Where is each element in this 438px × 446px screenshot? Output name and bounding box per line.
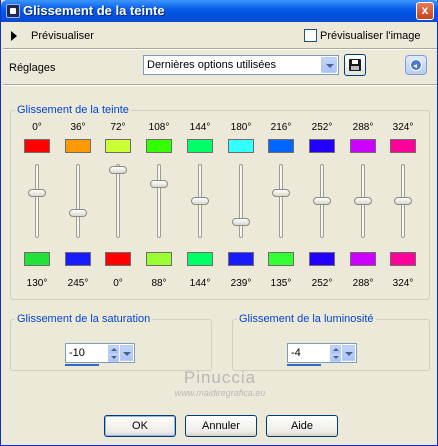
- source-hue-label: 216°: [270, 122, 292, 133]
- target-hue-label: 239°: [230, 278, 252, 289]
- target-hue-label: 245°: [67, 278, 89, 289]
- source-color-swatch: [146, 139, 172, 153]
- ok-button[interactable]: OK: [104, 415, 176, 437]
- chevron-down-icon[interactable]: [120, 345, 133, 361]
- source-hue-label: 288°: [352, 122, 374, 133]
- target-hue-label: 135°: [270, 278, 292, 289]
- hue-slider-thumb[interactable]: [28, 189, 46, 197]
- source-color-swatch: [228, 139, 254, 153]
- chevron-down-icon[interactable]: [321, 57, 337, 73]
- preview-label[interactable]: Prévisualiser: [31, 30, 94, 42]
- source-color-swatch: [309, 139, 335, 153]
- target-color-swatch: [350, 252, 376, 266]
- source-hue-label: 252°: [311, 122, 333, 133]
- target-hue-label: 324°: [392, 278, 414, 289]
- spin-down-icon[interactable]: [330, 353, 341, 362]
- target-color-swatch: [390, 252, 416, 266]
- help-button[interactable]: Aide: [266, 415, 338, 437]
- close-button[interactable]: x: [416, 2, 434, 20]
- source-hue-label: 0°: [32, 122, 42, 133]
- source-color-swatch: [268, 139, 294, 153]
- hue-shift-title: Glissement de la teinte: [15, 104, 131, 116]
- hue-slider-thumb[interactable]: [394, 197, 412, 205]
- source-color-swatch: [187, 139, 213, 153]
- hue-slider-thumb[interactable]: [232, 218, 250, 226]
- target-color-swatch: [146, 252, 172, 266]
- window-title: Glissement de la teinte: [23, 3, 165, 18]
- watermark-site: www.maidiregrafica.eu: [174, 388, 266, 398]
- target-hue-label: 288°: [352, 278, 374, 289]
- preview-image-label[interactable]: Prévisualiser l'image: [320, 30, 421, 42]
- reset-button[interactable]: [405, 55, 427, 75]
- hue-slider-track[interactable]: [35, 164, 39, 238]
- luminosity-input[interactable]: -4: [287, 343, 357, 363]
- preview-toggle-icon[interactable]: [11, 31, 17, 41]
- hue-slider-track[interactable]: [157, 164, 161, 238]
- app-icon: [6, 4, 20, 18]
- saturation-input[interactable]: -10: [65, 343, 135, 363]
- target-hue-label: 252°: [311, 278, 333, 289]
- saturation-value: -10: [69, 347, 85, 359]
- separator: [3, 48, 437, 50]
- presets-label: Réglages: [9, 62, 56, 74]
- source-color-swatch: [350, 139, 376, 153]
- preview-image-checkbox[interactable]: [304, 29, 317, 42]
- hue-slider-thumb[interactable]: [272, 189, 290, 197]
- source-color-swatch: [65, 139, 91, 153]
- target-color-swatch: [24, 252, 50, 266]
- cancel-button[interactable]: Annuler: [185, 415, 257, 437]
- source-color-swatch: [390, 139, 416, 153]
- target-color-swatch: [228, 252, 254, 266]
- reset-arrow-icon: [410, 59, 422, 71]
- floppy-disk-icon: [349, 59, 361, 71]
- source-color-swatch: [24, 139, 50, 153]
- hue-slider-thumb[interactable]: [354, 197, 372, 205]
- hue-slider-track[interactable]: [239, 164, 243, 238]
- saturation-slider-bar[interactable]: [65, 364, 99, 366]
- title-bar: Glissement de la teinte x: [1, 0, 438, 22]
- separator: [3, 84, 437, 86]
- target-color-swatch: [309, 252, 335, 266]
- source-hue-label: 144°: [189, 122, 211, 133]
- target-hue-label: 88°: [151, 278, 167, 289]
- presets-value: Dernières options utilisées: [147, 59, 277, 71]
- hue-slider-track[interactable]: [76, 164, 80, 238]
- hue-shift-dialog: Glissement de la teinte x Prévisualiser …: [0, 0, 438, 446]
- luminosity-slider-bar[interactable]: [287, 364, 321, 366]
- preview-row: Prévisualiser Prévisualiser l'image: [1, 24, 438, 48]
- target-hue-label: 130°: [26, 278, 48, 289]
- save-preset-button[interactable]: [344, 54, 366, 76]
- hue-slider-track[interactable]: [279, 164, 283, 238]
- target-color-swatch: [187, 252, 213, 266]
- target-color-swatch: [105, 252, 131, 266]
- hue-slider-thumb[interactable]: [313, 197, 331, 205]
- source-hue-label: 180°: [230, 122, 252, 133]
- source-hue-label: 36°: [70, 122, 86, 133]
- target-hue-label: 0°: [113, 278, 123, 289]
- saturation-title: Glissement de la saturation: [15, 313, 153, 325]
- source-color-swatch: [105, 139, 131, 153]
- source-hue-label: 108°: [148, 122, 170, 133]
- hue-slider-thumb[interactable]: [191, 197, 209, 205]
- luminosity-title: Glissement de la luminosité: [237, 313, 376, 325]
- chevron-down-icon[interactable]: [342, 345, 355, 361]
- source-hue-label: 72°: [110, 122, 126, 133]
- source-hue-label: 324°: [392, 122, 414, 133]
- hue-slider-thumb[interactable]: [109, 166, 127, 174]
- target-color-swatch: [65, 252, 91, 266]
- spin-down-icon[interactable]: [108, 353, 119, 362]
- hue-slider-thumb[interactable]: [150, 180, 168, 188]
- watermark-name: Pinuccia: [183, 368, 257, 387]
- target-hue-label: 144°: [189, 278, 211, 289]
- hue-slider-track[interactable]: [116, 164, 120, 238]
- hue-slider-thumb[interactable]: [69, 209, 87, 217]
- target-color-swatch: [268, 252, 294, 266]
- presets-dropdown[interactable]: Dernières options utilisées: [143, 55, 339, 75]
- luminosity-value: -4: [291, 347, 301, 359]
